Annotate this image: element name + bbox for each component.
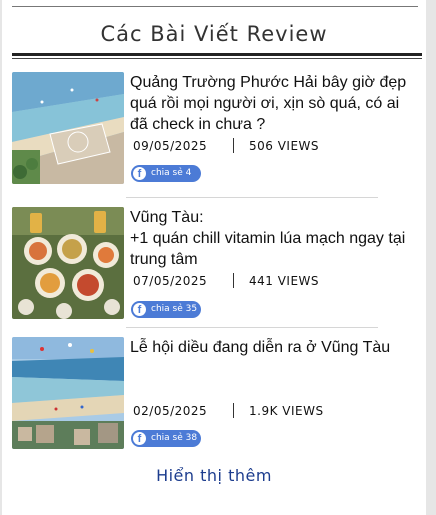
- share-label: chia sẻ 38: [151, 433, 198, 443]
- section-title: Các Bài Viết Review: [100, 22, 328, 46]
- article-item[interactable]: Lễ hội diều đang diễn ra ở Vũng Tàu 02/0…: [12, 337, 412, 453]
- article-title[interactable]: Quảng Trường Phước Hải bây giờ đẹp quá r…: [130, 72, 412, 135]
- article-views: 506 VIEWS: [249, 139, 320, 153]
- article-thumbnail[interactable]: [12, 72, 124, 184]
- meta-separator: [233, 403, 234, 418]
- kite-festival-image: [12, 337, 124, 449]
- article-date: 07/05/2025: [133, 274, 208, 288]
- beach-square-image: [12, 72, 124, 184]
- article-item[interactable]: Quảng Trường Phước Hải bây giờ đẹp quá r…: [12, 72, 412, 188]
- article-views: 1.9K VIEWS: [249, 404, 324, 418]
- facebook-share-button[interactable]: f chia sẻ 35: [131, 301, 201, 318]
- article-meta: 09/05/2025 506 VIEWS: [133, 138, 393, 155]
- facebook-share-button[interactable]: f chia sẻ 4: [131, 165, 201, 182]
- article-thumbnail[interactable]: [12, 207, 124, 319]
- article-date: 02/05/2025: [133, 404, 208, 418]
- meta-separator: [233, 273, 234, 288]
- title-rule-thin: [12, 58, 422, 59]
- article-thumbnail[interactable]: [12, 337, 124, 449]
- article-meta: 02/05/2025 1.9K VIEWS: [133, 403, 393, 420]
- title-rule-thick: [12, 53, 422, 56]
- article-item[interactable]: Vũng Tàu: +1 quán chill vitamin lúa mạch…: [12, 207, 412, 323]
- facebook-icon: f: [133, 167, 146, 180]
- meta-separator: [233, 138, 234, 153]
- facebook-icon: f: [133, 303, 146, 316]
- facebook-icon: f: [133, 432, 146, 445]
- article-divider: [126, 197, 378, 198]
- food-table-image: [12, 207, 124, 319]
- top-rule: [12, 6, 418, 7]
- facebook-share-button[interactable]: f chia sẻ 38: [131, 430, 201, 447]
- article-meta: 07/05/2025 441 VIEWS: [133, 273, 393, 290]
- review-panel: Các Bài Viết Review Quảng Trường Phước H…: [2, 0, 426, 515]
- article-title[interactable]: Vũng Tàu: +1 quán chill vitamin lúa mạch…: [130, 207, 412, 270]
- show-more-button[interactable]: Hiển thị thêm: [2, 466, 426, 485]
- article-divider: [126, 327, 378, 328]
- share-label: chia sẻ 35: [151, 304, 198, 314]
- article-views: 441 VIEWS: [249, 274, 320, 288]
- share-label: chia sẻ 4: [151, 168, 192, 178]
- article-date: 09/05/2025: [133, 139, 208, 153]
- article-title[interactable]: Lễ hội diều đang diễn ra ở Vũng Tàu: [130, 337, 412, 358]
